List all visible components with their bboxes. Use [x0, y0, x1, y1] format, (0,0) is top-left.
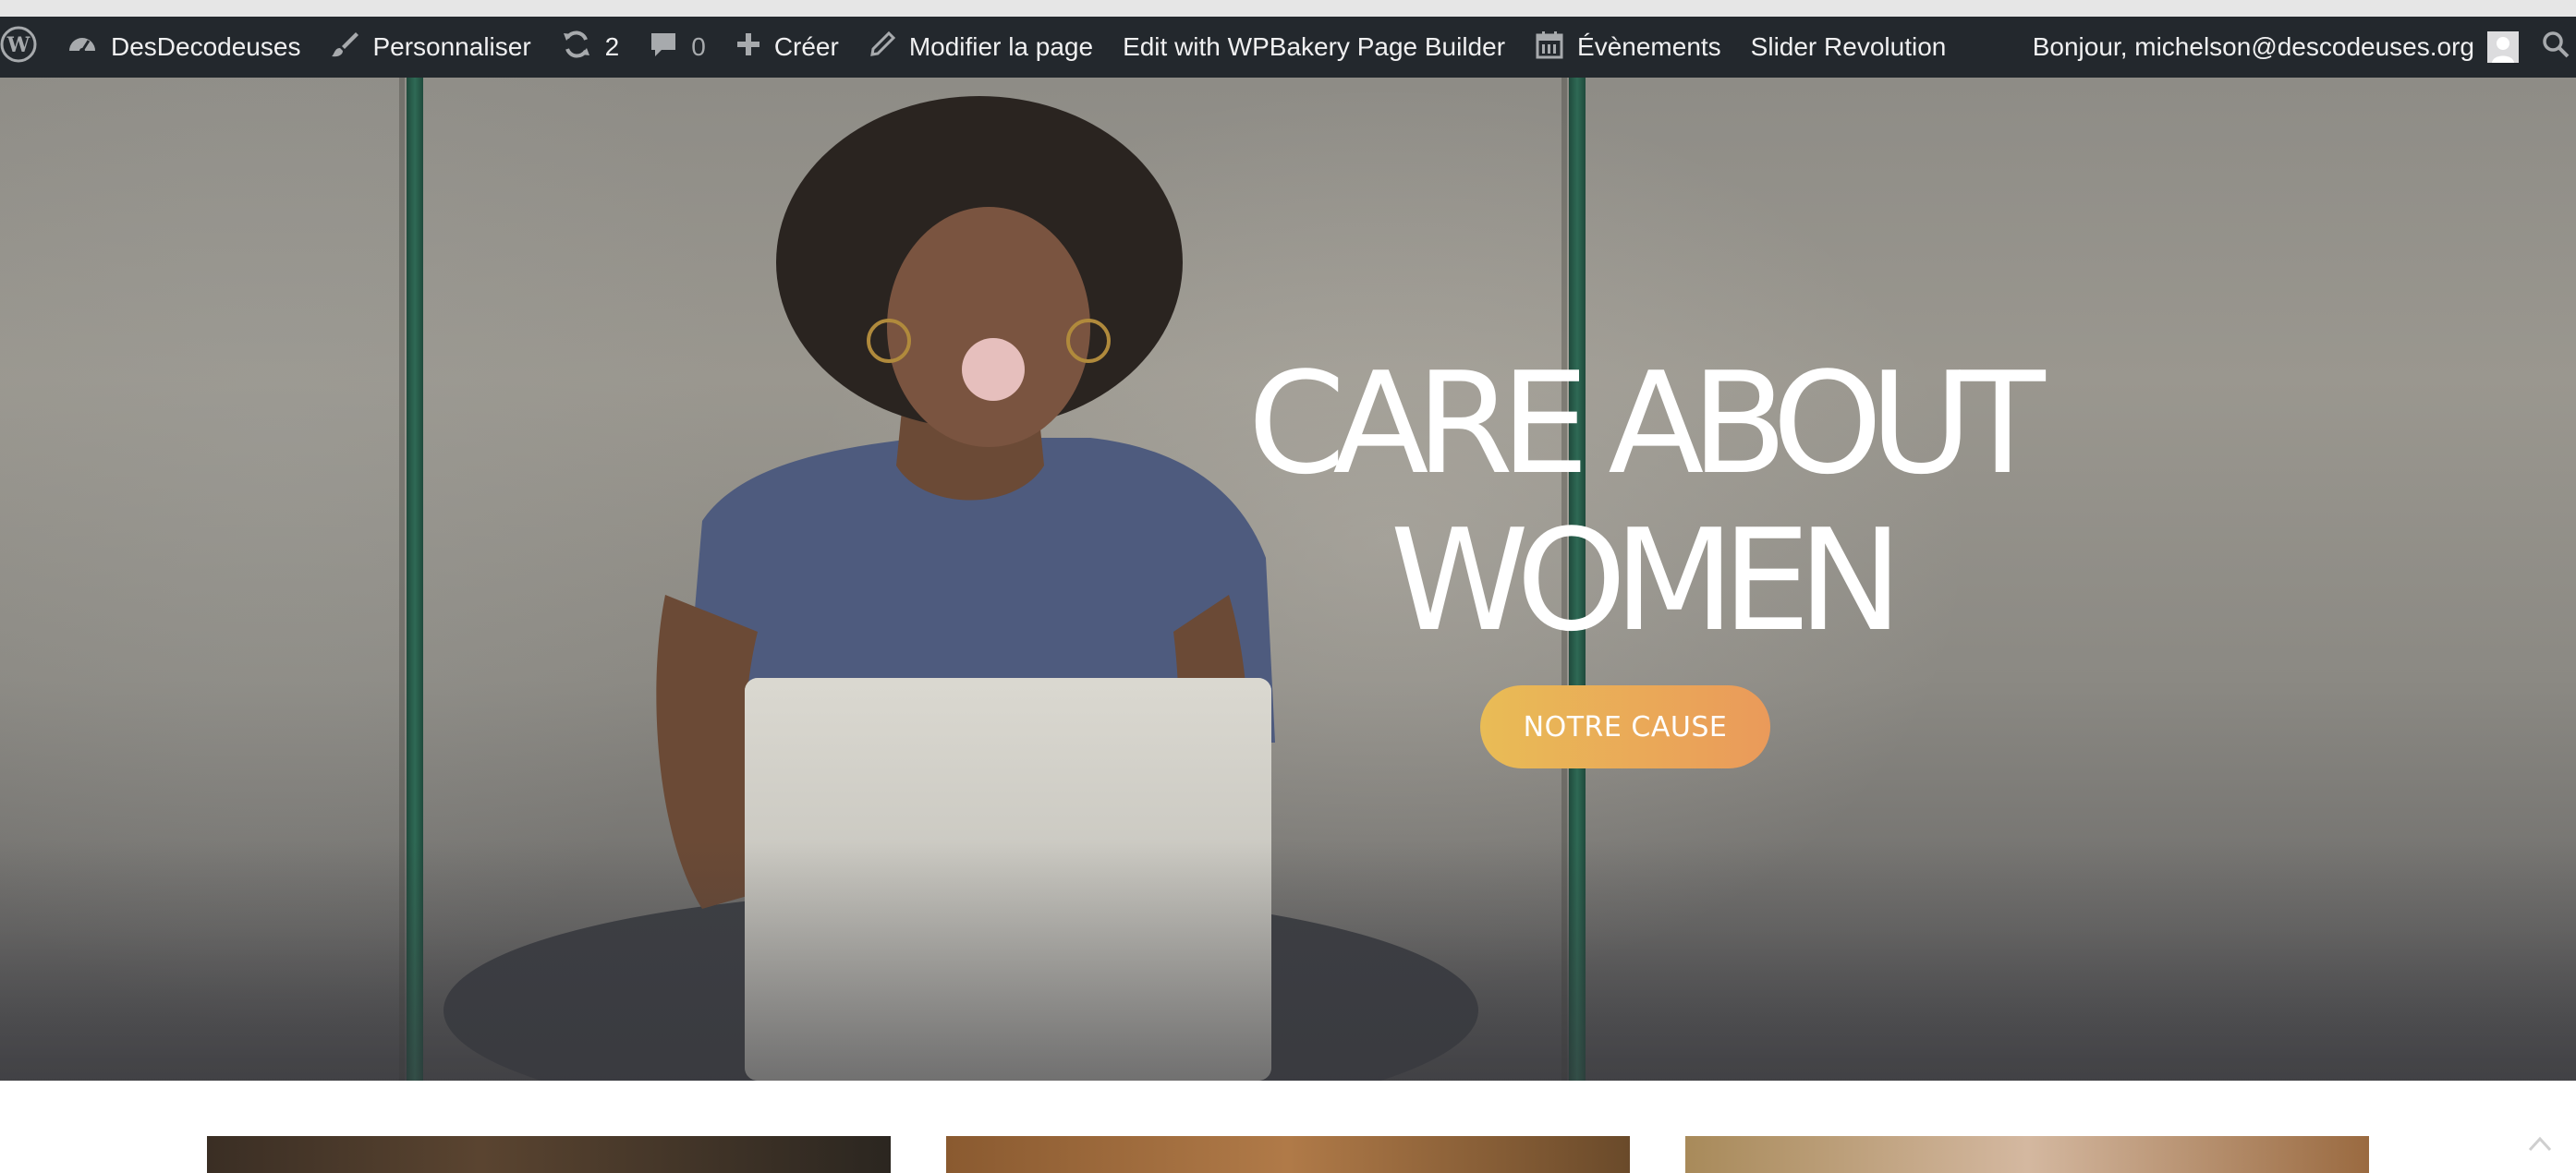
browser-top-strip: [0, 0, 2576, 17]
edit-page-label: Modifier la page: [908, 32, 1094, 61]
updates-icon: [561, 29, 592, 67]
new-content-label: Créer: [773, 32, 839, 61]
wordpress-menu[interactable]: W: [0, 17, 52, 78]
greeting-label: Bonjour, michelson@descodeuses.org: [2032, 32, 2474, 61]
plus-icon: [735, 31, 761, 64]
site-name-menu[interactable]: DesDecodeuses: [52, 17, 315, 78]
wp-admin-bar: W DesDecodeuses Personnaliser 2 0 Créer …: [0, 17, 2576, 78]
hero-title-line-2: WOMEN: [1390, 499, 1903, 662]
account-menu[interactable]: Bonjour, michelson@descodeuses.org: [2018, 17, 2526, 78]
hero-slider: CARE ABOUT WOMEN NOTRE CAUSE: [0, 78, 2576, 1081]
customize-label: Personnaliser: [372, 32, 531, 61]
hero-title: CARE ABOUT WOMEN: [1183, 345, 2097, 659]
pencil-icon: [869, 30, 896, 65]
dashboard-icon: [67, 29, 98, 67]
brush-icon: [330, 30, 359, 66]
comments-count: 0: [691, 32, 706, 61]
scroll-to-top-icon[interactable]: [2526, 1133, 2554, 1156]
wpbakery-link[interactable]: Edit with WPBakery Page Builder: [1108, 17, 1520, 78]
events-label: Évènements: [1577, 32, 1721, 61]
wordpress-logo-icon: W: [0, 26, 37, 69]
cards-row: [0, 1081, 2576, 1173]
card-image-1[interactable]: [207, 1136, 891, 1173]
site-name-label: DesDecodeuses: [111, 32, 301, 61]
updates-link[interactable]: 2: [546, 17, 635, 78]
new-content-menu[interactable]: Créer: [721, 17, 854, 78]
slider-revolution-link[interactable]: Slider Revolution: [1736, 17, 1962, 78]
notre-cause-button[interactable]: NOTRE CAUSE: [1480, 685, 1770, 768]
card-image-2[interactable]: [946, 1136, 1630, 1173]
events-menu[interactable]: Évènements: [1520, 17, 1736, 78]
svg-text:W: W: [6, 33, 30, 57]
admin-bar-right: Bonjour, michelson@descodeuses.org: [2018, 17, 2576, 78]
wpbakery-label: Edit with WPBakery Page Builder: [1123, 32, 1506, 61]
customize-link[interactable]: Personnaliser: [315, 17, 545, 78]
slider-revolution-label: Slider Revolution: [1750, 32, 1947, 61]
edit-page-link[interactable]: Modifier la page: [854, 17, 1108, 78]
updates-count: 2: [604, 32, 620, 61]
comments-icon: [649, 30, 678, 66]
calendar-icon: [1535, 30, 1564, 66]
search-icon: [2541, 30, 2570, 66]
avatar-icon: [2487, 31, 2519, 63]
comments-link[interactable]: 0: [634, 17, 721, 78]
card-image-3[interactable]: [1685, 1136, 2369, 1173]
search-button[interactable]: [2526, 17, 2576, 78]
hero-bottom-fade: [0, 840, 2576, 1081]
hero-title-line-1: CARE ABOUT: [1247, 342, 2045, 505]
